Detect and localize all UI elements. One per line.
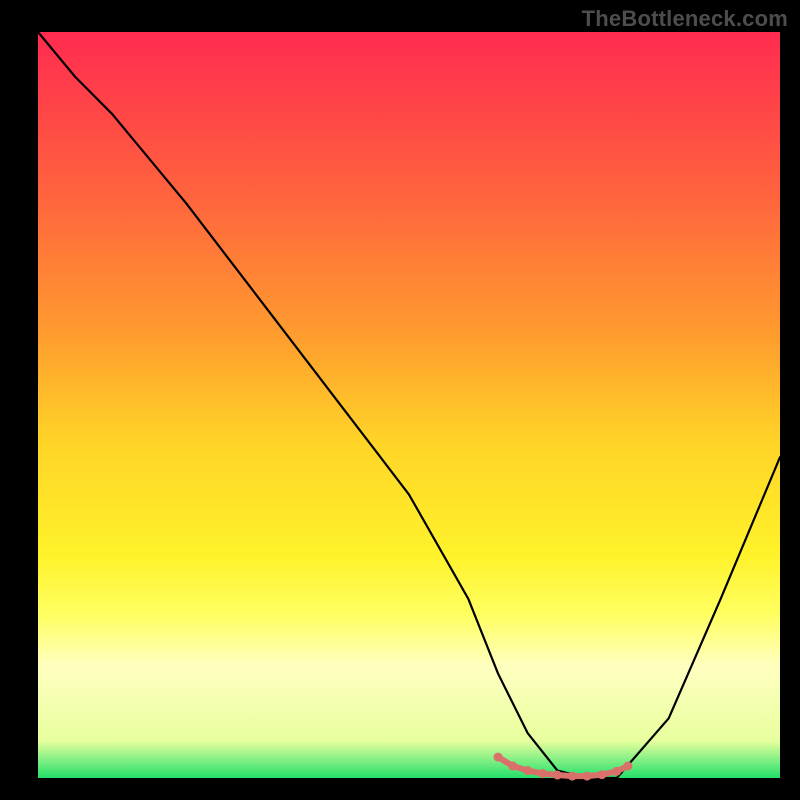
highlight-dot bbox=[494, 753, 503, 762]
highlight-dot bbox=[538, 769, 547, 778]
highlight-dot bbox=[553, 771, 562, 780]
watermark-text: TheBottleneck.com bbox=[582, 6, 788, 32]
highlight-dot bbox=[623, 762, 632, 771]
highlight-dot bbox=[568, 772, 577, 781]
highlight-dot bbox=[597, 770, 606, 779]
highlight-dot bbox=[612, 767, 621, 776]
chart-svg bbox=[0, 0, 800, 800]
chart-root: TheBottleneck.com bbox=[0, 0, 800, 800]
highlight-dot bbox=[508, 762, 517, 771]
chart-background bbox=[38, 32, 780, 778]
highlight-dot bbox=[583, 772, 592, 781]
highlight-dot bbox=[523, 766, 532, 775]
